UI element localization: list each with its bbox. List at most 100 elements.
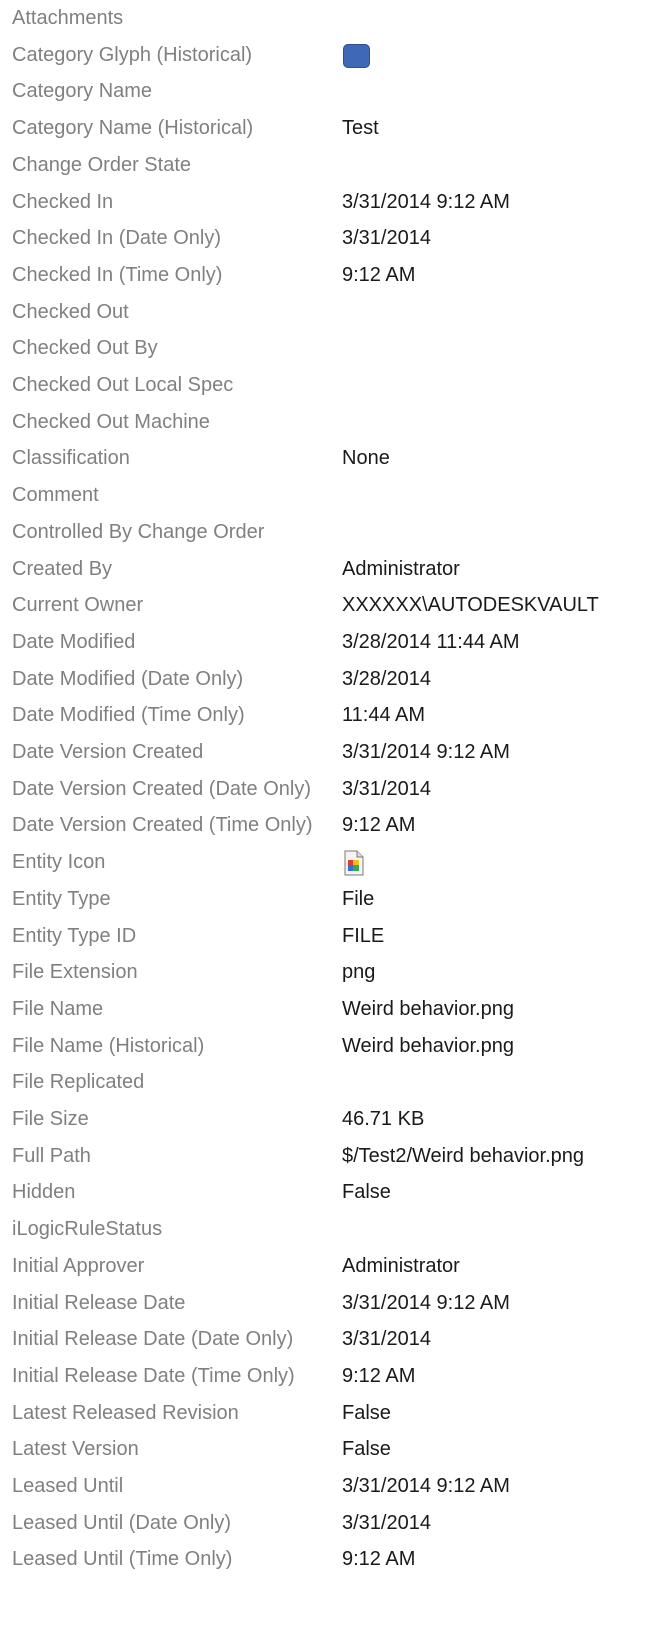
property-label: iLogicRuleStatus <box>12 1218 163 1241</box>
property-label: Checked Out By <box>12 337 158 360</box>
property-value: 3/31/2014 9:12 AM <box>342 1291 510 1314</box>
property-label: Initial Release Date (Date Only) <box>12 1328 294 1351</box>
property-label: Category Glyph (Historical) <box>12 43 253 66</box>
property-row[interactable]: File Extension png <box>0 954 653 991</box>
property-label: Created By <box>12 557 113 580</box>
property-row[interactable]: Current Owner XXXXXX\AUTODESKVAULT <box>0 587 653 624</box>
property-row[interactable]: Initial Approver Administrator <box>0 1248 653 1285</box>
property-row[interactable]: Leased Until 3/31/2014 9:12 AM <box>0 1468 653 1505</box>
property-label: Latest Version <box>12 1438 139 1461</box>
property-label: Category Name (Historical) <box>12 117 254 140</box>
property-label: Hidden <box>12 1181 76 1204</box>
property-row[interactable]: Comment <box>0 477 653 514</box>
property-label: Date Version Created <box>12 741 204 763</box>
property-value: 3/31/2014 <box>342 1328 431 1351</box>
property-label: Date Version Created (Date Only) <box>12 777 312 800</box>
property-row[interactable]: Entity Type File <box>0 881 653 918</box>
property-row[interactable]: Latest Version False <box>0 1431 653 1468</box>
property-row[interactable]: Leased Until (Time Only) 9:12 AM <box>0 1541 653 1578</box>
property-value: False <box>342 1181 391 1204</box>
property-value: Weird behavior.png <box>342 997 514 1020</box>
property-row[interactable]: Category Name (Historical) Test <box>0 110 653 147</box>
property-label: Initial Release Date (Time Only) <box>12 1364 295 1387</box>
property-value: 3/31/2014 <box>342 227 431 250</box>
property-label: File Name <box>12 997 104 1020</box>
property-label: Checked Out Local Spec <box>12 374 234 396</box>
property-row[interactable]: Category Name <box>0 73 653 110</box>
property-value: None <box>342 447 390 470</box>
property-value: False <box>342 1401 391 1424</box>
property-label: Date Modified (Date Only) <box>12 667 244 690</box>
property-label: Checked In (Time Only) <box>12 263 223 286</box>
property-row[interactable]: Entity Icon <box>0 844 653 881</box>
property-label: Attachments <box>12 7 124 29</box>
property-value: 3/28/2014 <box>342 667 431 690</box>
property-label: File Replicated <box>12 1071 145 1094</box>
property-label: Change Order State <box>12 153 191 176</box>
property-row[interactable]: Initial Release Date 3/31/2014 9:12 AM <box>0 1285 653 1322</box>
property-label: Initial Release Date <box>12 1291 186 1314</box>
property-row[interactable]: Checked In (Time Only) 9:12 AM <box>0 257 653 294</box>
property-row[interactable]: Change Order State <box>0 147 653 184</box>
property-row[interactable]: Checked Out Machine <box>0 404 653 441</box>
property-label: Leased Until (Time Only) <box>12 1548 233 1571</box>
property-row[interactable]: Checked In 3/31/2014 9:12 AM <box>0 184 653 221</box>
property-value: False <box>342 1438 391 1461</box>
property-row[interactable]: Checked In (Date Only) 3/31/2014 <box>0 220 653 257</box>
property-row[interactable]: Latest Released Revision False <box>0 1395 653 1432</box>
property-row[interactable]: Hidden False <box>0 1174 653 1211</box>
property-label: Checked Out <box>12 300 129 323</box>
property-row[interactable]: Attachments <box>0 0 653 37</box>
property-row[interactable]: Date Version Created (Time Only) 9:12 AM <box>0 807 653 844</box>
property-row[interactable]: Checked Out By <box>0 330 653 367</box>
property-value: 3/31/2014 9:12 AM <box>342 190 510 213</box>
property-row[interactable]: Checked Out <box>0 294 653 331</box>
property-label: Leased Until <box>12 1475 124 1497</box>
property-value: 3/31/2014 <box>342 777 431 800</box>
property-label: Controlled By Change Order <box>12 520 265 543</box>
property-label: Leased Until (Date Only) <box>12 1511 231 1534</box>
property-row[interactable]: Category Glyph (Historical) <box>0 37 653 74</box>
property-label: File Size <box>12 1108 89 1130</box>
property-value: XXXXXX\AUTODESKVAULT <box>342 594 599 617</box>
property-row[interactable]: Leased Until (Date Only) 3/31/2014 <box>0 1505 653 1542</box>
property-row[interactable]: Entity Type ID FILE <box>0 918 653 955</box>
property-row[interactable]: Controlled By Change Order <box>0 514 653 551</box>
property-row[interactable]: File Size 46.71 KB <box>0 1101 653 1138</box>
property-row[interactable]: Initial Release Date (Date Only) 3/31/201… <box>0 1321 653 1358</box>
property-value: Administrator <box>342 557 460 580</box>
property-label: Current Owner <box>12 594 144 617</box>
property-row[interactable]: Created By Administrator <box>0 551 653 588</box>
property-label: File Name (Historical) <box>12 1034 205 1057</box>
property-row[interactable]: Checked Out Local Spec <box>0 367 653 404</box>
property-label: Entity Icon <box>12 851 106 874</box>
property-row[interactable]: File Name (Historical) Weird behavior.png <box>0 1028 653 1065</box>
property-value: 9:12 AM <box>342 814 416 837</box>
property-value: Administrator <box>342 1254 460 1277</box>
property-row[interactable]: Date Version Created 3/31/2014 9:12 AM <box>0 734 653 771</box>
property-label: Checked Out Machine <box>12 410 210 433</box>
property-value: File <box>342 887 375 910</box>
property-value: 3/31/2014 <box>342 1511 431 1534</box>
property-row[interactable]: File Name Weird behavior.png <box>0 991 653 1028</box>
property-label: Comment <box>12 484 99 507</box>
property-value: FILE <box>342 924 385 947</box>
property-row[interactable]: Date Modified (Time Only) 11:44 AM <box>0 697 653 734</box>
property-row[interactable]: Classification None <box>0 440 653 477</box>
property-row[interactable]: Date Version Created (Date Only) 3/31/201… <box>0 771 653 808</box>
property-label: Classification <box>12 447 130 470</box>
property-row[interactable]: Date Modified (Date Only) 3/28/2014 <box>0 661 653 698</box>
property-label: Checked In <box>12 190 114 213</box>
property-value: 3/31/2014 9:12 AM <box>342 741 510 763</box>
property-row[interactable]: Initial Release Date (Time Only) 9:12 AM <box>0 1358 653 1395</box>
blue-rounded-square-icon <box>343 43 370 68</box>
property-label: Initial Approver <box>12 1254 145 1277</box>
property-label: Category Name <box>12 80 153 103</box>
property-row[interactable]: Full Path $/Test2/Weird behavior.png <box>0 1138 653 1175</box>
image-file-icon <box>343 850 365 876</box>
property-label: Date Version Created (Time Only) <box>12 814 313 837</box>
property-row[interactable]: File Replicated <box>0 1064 653 1101</box>
property-label: Entity Type ID <box>12 924 137 947</box>
property-row[interactable]: iLogicRuleStatus <box>0 1211 653 1248</box>
property-row[interactable]: Date Modified 3/28/2014 11:44 AM <box>0 624 653 661</box>
